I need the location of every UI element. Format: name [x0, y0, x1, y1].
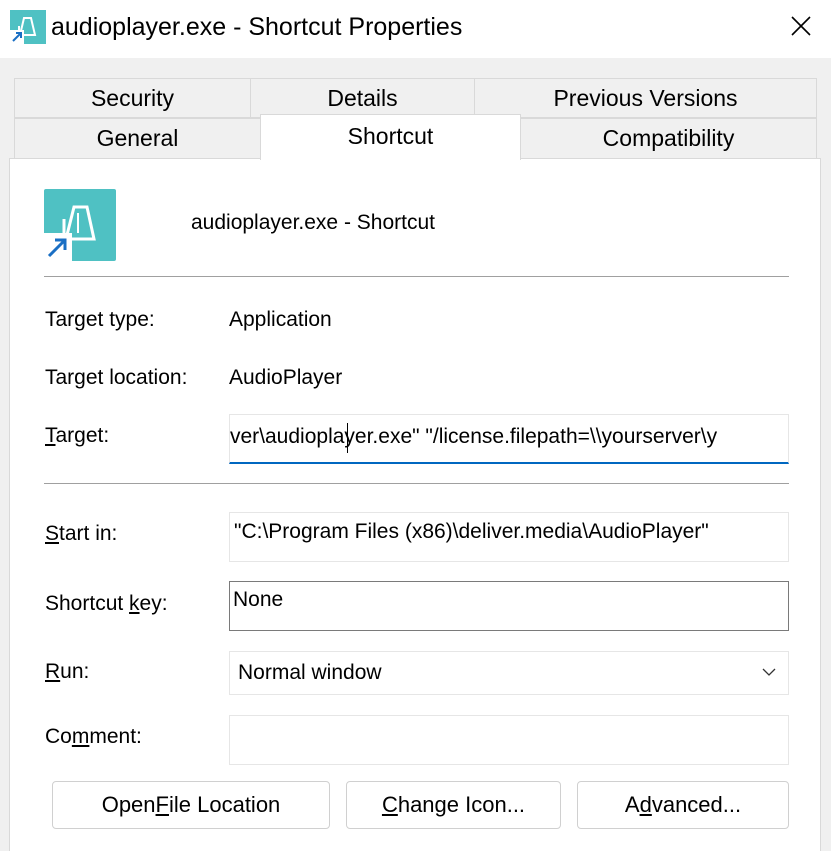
tab-previous-versions[interactable]: Previous Versions — [474, 78, 817, 118]
button-text: Open — [101, 792, 156, 817]
shortcut-app-icon — [44, 189, 116, 261]
start-in-label: Start in: — [45, 521, 117, 547]
tab-label: Compatibility — [602, 125, 735, 151]
shortcut-key-input[interactable]: None — [229, 581, 789, 631]
window-title: audioplayer.exe - Shortcut Properties — [51, 13, 463, 41]
tab-label: Shortcut — [347, 123, 434, 149]
access-key: T — [45, 424, 56, 447]
label-text: tart in: — [59, 522, 118, 545]
label-text: ment: — [89, 725, 142, 748]
button-text: hange Icon... — [397, 792, 526, 817]
target-label: Target: — [45, 423, 109, 449]
target-location-value: AudioPlayer — [229, 366, 343, 389]
run-label: Run: — [45, 659, 89, 685]
target-input[interactable]: ver\audioplayer.exe" "/license.filepath=… — [229, 414, 789, 464]
label-text: arget: — [55, 424, 110, 447]
button-text: A — [624, 792, 640, 817]
separator — [44, 276, 789, 277]
tab-label: Details — [327, 84, 398, 111]
target-input-text: ver\audioplayer.exe" "/license.filepath=… — [230, 425, 718, 448]
chevron-down-icon — [762, 668, 776, 676]
access-key: C — [381, 792, 398, 817]
label-text: Co — [45, 725, 72, 748]
advanced-button[interactable]: Ad vanced... — [577, 781, 789, 829]
tab-label: Security — [90, 84, 175, 111]
close-button[interactable] — [771, 0, 831, 52]
access-key: S — [45, 522, 60, 545]
tab-shortcut[interactable]: Shortcut — [260, 114, 521, 160]
tab-details[interactable]: Details — [250, 78, 475, 118]
access-key: F — [155, 792, 169, 817]
target-type-value: Application — [229, 308, 332, 331]
button-text: ile Location — [168, 792, 281, 817]
open-file-location-button[interactable]: Open File Location — [52, 781, 330, 829]
text-caret — [347, 423, 348, 453]
access-key: m — [71, 725, 90, 748]
close-icon — [791, 16, 811, 36]
target-location-label: Target location: — [45, 366, 188, 389]
access-key: R — [45, 660, 61, 683]
separator — [44, 483, 789, 484]
target-type-label: Target type: — [45, 308, 155, 331]
label-text: Shortcut — [45, 592, 130, 615]
label-text: un: — [60, 660, 90, 683]
change-icon-button[interactable]: Change Icon... — [346, 781, 561, 829]
tab-compatibility[interactable]: Compatibility — [520, 118, 817, 159]
access-key: k — [129, 592, 140, 615]
shortcut-app-icon — [10, 10, 46, 44]
tab-label: General — [96, 125, 179, 151]
label-text: ey: — [139, 592, 168, 615]
shortcut-key-label: Shortcut key: — [45, 591, 168, 617]
tab-label: Previous Versions — [553, 84, 738, 111]
comment-label: Comment: — [45, 724, 142, 750]
run-select[interactable]: Normal window — [229, 651, 789, 695]
start-in-input[interactable]: "C:\Program Files (x86)\deliver.media\Au… — [229, 512, 789, 562]
shortcut-name: audioplayer.exe - Shortcut — [191, 211, 435, 234]
button-text: vanced... — [651, 792, 742, 817]
run-select-value: Normal window — [238, 661, 382, 684]
tab-general[interactable]: General — [14, 118, 261, 159]
shortcut-key-input-text: None — [233, 588, 284, 611]
title-bar: audioplayer.exe - Shortcut Properties — [0, 0, 831, 58]
tab-security[interactable]: Security — [14, 78, 251, 118]
access-key: d — [639, 792, 652, 817]
comment-input[interactable] — [229, 715, 789, 765]
start-in-input-text: "C:\Program Files (x86)\deliver.media\Au… — [234, 520, 709, 543]
